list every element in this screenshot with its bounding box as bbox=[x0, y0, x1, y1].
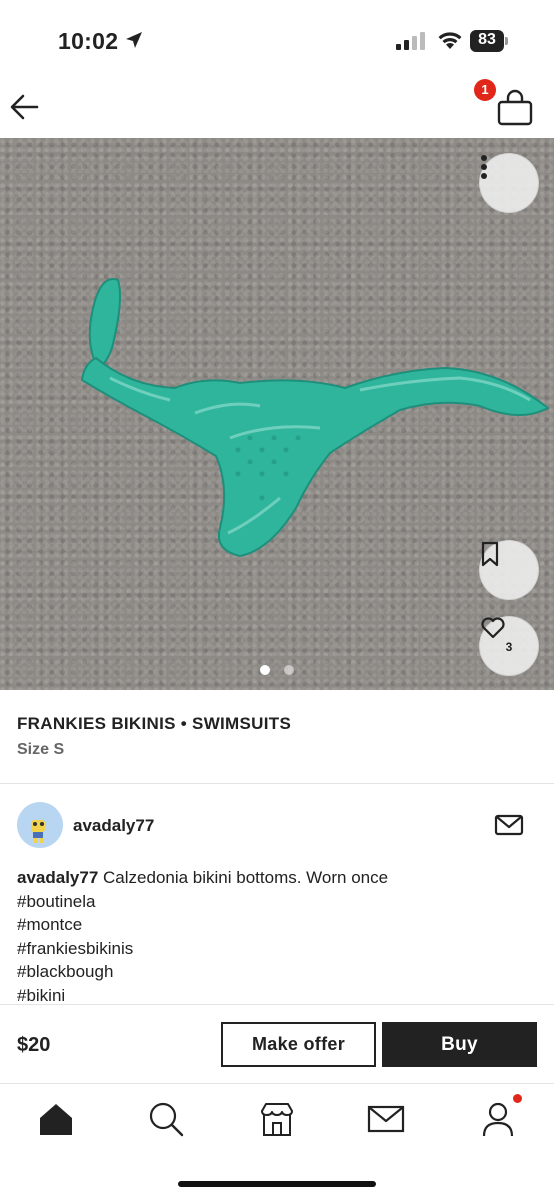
pagination-dot-active[interactable] bbox=[260, 665, 270, 675]
tab-profile[interactable] bbox=[478, 1099, 518, 1139]
pagination-dot[interactable] bbox=[284, 665, 294, 675]
bookmark-button[interactable] bbox=[479, 540, 539, 600]
hashtag[interactable]: #blackbough bbox=[17, 960, 537, 984]
message-seller-icon[interactable] bbox=[494, 812, 524, 838]
description-username[interactable]: avadaly77 bbox=[17, 868, 98, 887]
bottom-tab-bar bbox=[0, 1085, 554, 1155]
divider bbox=[0, 783, 554, 784]
product-price: $20 bbox=[17, 1034, 51, 1056]
product-description: avadaly77 Calzedonia bikini bottoms. Wor… bbox=[17, 866, 537, 1007]
tab-shop[interactable] bbox=[257, 1099, 297, 1139]
make-offer-button[interactable]: Make offer bbox=[221, 1022, 376, 1067]
search-icon bbox=[149, 1102, 184, 1137]
cart-count-badge: 1 bbox=[474, 79, 496, 101]
cellular-signal-icon bbox=[396, 32, 425, 50]
seller-username[interactable]: avadaly77 bbox=[73, 816, 154, 836]
hashtag[interactable]: #montce bbox=[17, 913, 537, 937]
shopping-bag-icon[interactable] bbox=[494, 88, 538, 128]
bikini-bottom-photo bbox=[80, 277, 550, 558]
shop-icon bbox=[261, 1103, 293, 1136]
tab-inbox[interactable] bbox=[366, 1099, 406, 1139]
battery-indicator: 83 bbox=[470, 30, 508, 52]
heart-icon bbox=[481, 617, 505, 639]
hashtag[interactable]: #frankiesbikinis bbox=[17, 937, 537, 961]
location-arrow-icon bbox=[126, 32, 142, 48]
bookmark-icon bbox=[481, 541, 499, 567]
description-text: Calzedonia bikini bottoms. Worn once bbox=[98, 868, 389, 887]
seller-avatar[interactable] bbox=[17, 802, 63, 848]
wifi-icon bbox=[438, 32, 462, 49]
image-pagination bbox=[0, 665, 554, 675]
tab-search[interactable] bbox=[146, 1099, 186, 1139]
profile-icon bbox=[482, 1102, 514, 1137]
inbox-icon bbox=[367, 1105, 405, 1133]
product-image[interactable]: 3 bbox=[0, 138, 554, 690]
like-count: 3 bbox=[505, 639, 513, 654]
home-indicator[interactable] bbox=[178, 1181, 376, 1187]
more-options-button[interactable] bbox=[479, 153, 539, 213]
home-icon bbox=[40, 1104, 72, 1135]
more-vertical-icon bbox=[481, 155, 487, 179]
purchase-bar: $20 Make offer Buy bbox=[0, 1004, 554, 1084]
status-bar: 10:02 83 bbox=[0, 0, 554, 80]
back-arrow-icon[interactable] bbox=[8, 90, 42, 124]
battery-level: 83 bbox=[478, 31, 496, 48]
product-brand-category: FRANKIES BIKINIS • SWIMSUITS bbox=[17, 714, 292, 733]
profile-notification-dot bbox=[513, 1094, 522, 1103]
status-time: 10:02 bbox=[58, 28, 119, 54]
avatar-image bbox=[31, 820, 45, 843]
tab-home[interactable] bbox=[36, 1099, 76, 1139]
buy-button[interactable]: Buy bbox=[382, 1022, 537, 1067]
product-size: Size S bbox=[17, 741, 65, 758]
hashtag[interactable]: #boutinela bbox=[17, 890, 537, 914]
